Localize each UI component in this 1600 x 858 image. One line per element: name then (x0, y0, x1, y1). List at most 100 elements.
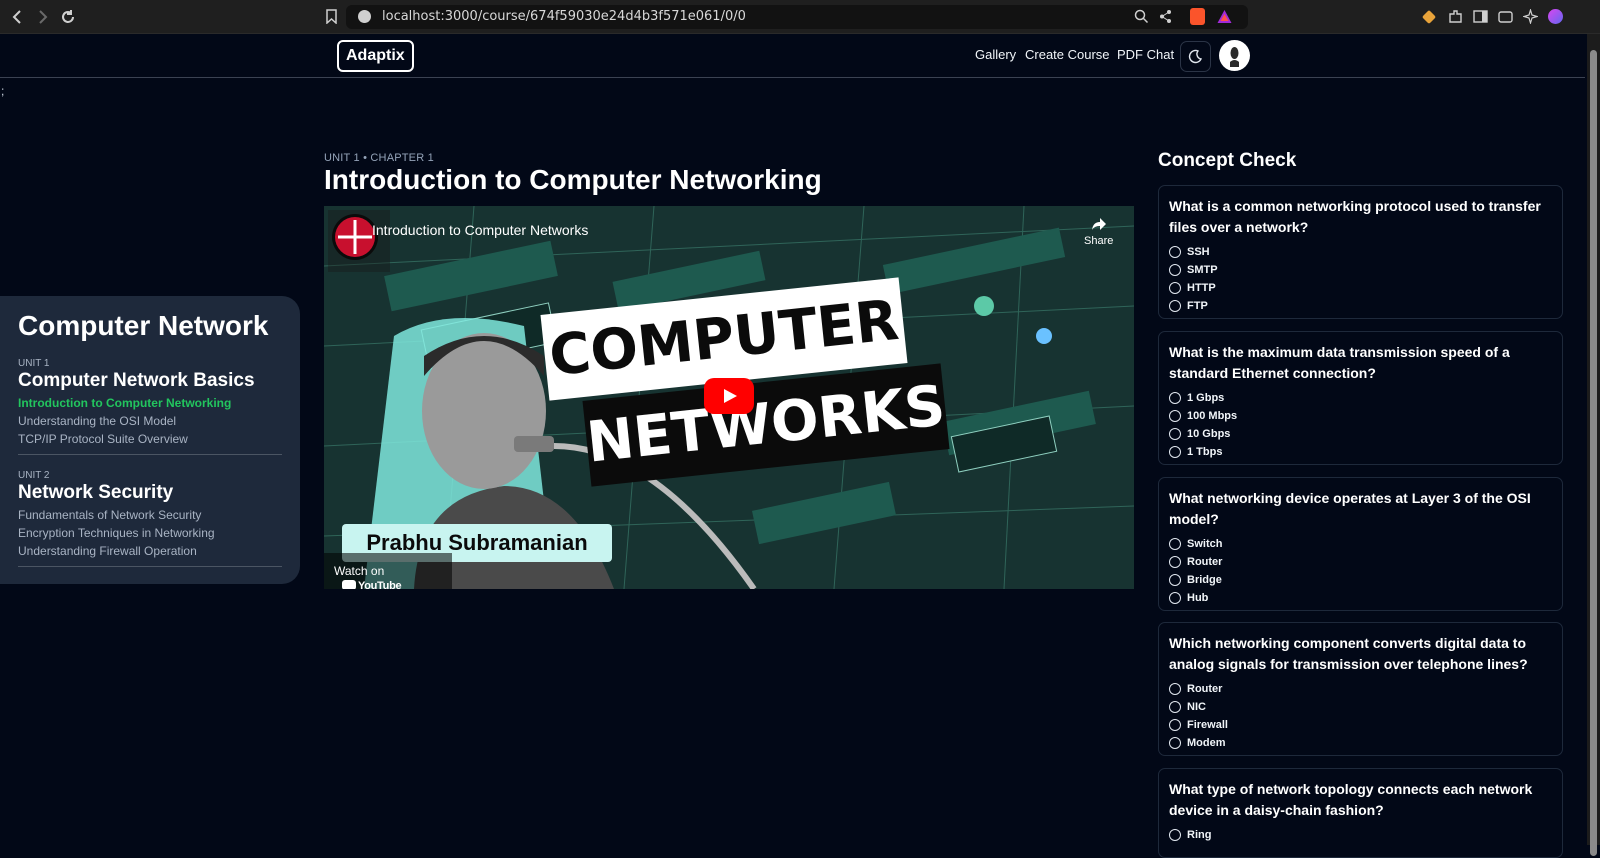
page-scrollbar[interactable] (1587, 34, 1600, 856)
bookmark-icon[interactable] (324, 9, 339, 25)
stray-text: ; (1, 84, 5, 98)
sidebar-toggle-icon[interactable] (1473, 9, 1488, 24)
answer-option[interactable]: Router (1169, 553, 1552, 571)
option-label: Switch (1187, 538, 1223, 550)
radio-button[interactable] (1169, 556, 1181, 568)
option-label: SMTP (1187, 264, 1218, 276)
answer-option[interactable]: Router (1169, 680, 1552, 698)
answer-option[interactable]: Modem (1169, 734, 1552, 752)
divider (18, 454, 282, 455)
answer-option[interactable]: HTTP (1169, 279, 1552, 297)
question-card: What networking device operates at Layer… (1158, 477, 1563, 611)
radio-button[interactable] (1169, 538, 1181, 550)
video-player[interactable]: Introduction to Computer Networks Share … (324, 206, 1134, 589)
avatar[interactable] (1219, 40, 1250, 71)
reload-button[interactable] (58, 7, 78, 27)
question-text: What is a common networking protocol use… (1169, 198, 1541, 235)
option-label: Firewall (1187, 719, 1228, 731)
answer-option[interactable]: 1 Gbps (1169, 389, 1552, 407)
nav-create-course[interactable]: Create Course (1025, 47, 1110, 62)
radio-button[interactable] (1169, 719, 1181, 731)
answer-option[interactable]: SSH (1169, 243, 1552, 261)
option-label: Hub (1187, 592, 1209, 604)
app-header: Adaptix Gallery Create Course PDF Chat (0, 34, 1585, 78)
answer-option[interactable]: SMTP (1169, 261, 1552, 279)
answer-option[interactable]: Bridge (1169, 571, 1552, 589)
radio-button[interactable] (1169, 392, 1181, 404)
share-label: Share (1084, 235, 1114, 247)
chapter-link[interactable]: Understanding Firewall Operation (18, 544, 197, 558)
radio-button[interactable] (1169, 683, 1181, 695)
play-button[interactable] (704, 378, 754, 414)
theme-toggle-button[interactable] (1180, 41, 1211, 72)
zoom-icon[interactable] (1134, 9, 1149, 29)
chevron-left-icon (12, 10, 21, 24)
answer-option[interactable]: 10 Gbps (1169, 425, 1552, 443)
answer-option[interactable]: Switch (1169, 535, 1552, 553)
chapter-link[interactable]: Understanding the OSI Model (18, 414, 176, 428)
option-label: 1 Tbps (1187, 446, 1223, 458)
logo[interactable]: Adaptix (337, 40, 414, 72)
answer-option[interactable]: 1 Tbps (1169, 443, 1552, 461)
radio-button[interactable] (1169, 737, 1181, 749)
share-icon[interactable] (1158, 9, 1173, 29)
radio-button[interactable] (1169, 428, 1181, 440)
address-bar[interactable]: localhost:3000/course/674f59030e24d4b3f5… (346, 5, 1248, 29)
radio-button[interactable] (1169, 282, 1181, 294)
answer-option[interactable]: Firewall (1169, 716, 1552, 734)
extensions-icon[interactable] (1448, 9, 1463, 24)
brave-rewards-icon[interactable] (1216, 8, 1233, 30)
option-label: Ring (1187, 829, 1212, 841)
radio-button[interactable] (1169, 264, 1181, 276)
watch-on-label: Watch on (334, 564, 385, 578)
option-label: HTTP (1187, 282, 1216, 294)
answer-option[interactable]: 100 Mbps (1169, 407, 1552, 425)
video-title[interactable]: Introduction to Computer Networks (372, 222, 588, 238)
nav-pdf-chat[interactable]: PDF Chat (1117, 47, 1174, 62)
site-info-icon[interactable] (358, 10, 371, 23)
radio-button[interactable] (1169, 246, 1181, 258)
reload-icon (62, 10, 74, 23)
option-label: Router (1187, 683, 1223, 695)
question-card: What is a common networking protocol use… (1158, 185, 1563, 319)
share-button[interactable]: Share (1084, 216, 1113, 247)
nav-gallery[interactable]: Gallery (975, 47, 1016, 62)
unit-label: UNIT 2 (18, 470, 50, 481)
chapter-link[interactable]: TCP/IP Protocol Suite Overview (18, 432, 188, 446)
radio-button[interactable] (1169, 829, 1181, 841)
chapter-link[interactable]: Fundamentals of Network Security (18, 508, 201, 522)
scrollbar-thumb[interactable] (1590, 50, 1597, 856)
divider (18, 566, 282, 567)
leo-ai-icon[interactable] (1521, 7, 1540, 26)
question-card: What is the maximum data transmission sp… (1158, 331, 1563, 465)
radio-button[interactable] (1169, 446, 1181, 458)
pen-icon[interactable] (1421, 9, 1437, 25)
option-label: Bridge (1187, 574, 1222, 586)
answer-option[interactable]: FTP (1169, 297, 1552, 315)
radio-button[interactable] (1169, 592, 1181, 604)
answer-option[interactable]: Ring (1169, 826, 1552, 844)
question-text: What type of network topology connects e… (1169, 781, 1533, 818)
radio-button[interactable] (1169, 701, 1181, 713)
forward-button[interactable] (32, 7, 52, 27)
radio-button[interactable] (1169, 300, 1181, 312)
chapter-link-active[interactable]: Introduction to Computer Networking (18, 396, 231, 410)
wallet-icon[interactable] (1498, 9, 1513, 24)
youtube-play-icon (342, 580, 356, 589)
question-text: Which networking component converts digi… (1169, 635, 1528, 672)
moon-icon (1188, 49, 1203, 64)
radio-button[interactable] (1169, 410, 1181, 422)
brave-shield-icon[interactable] (1190, 8, 1205, 25)
course-title: Computer Network (18, 310, 269, 341)
profile-icon[interactable] (1548, 9, 1563, 24)
answer-option[interactable]: Hub (1169, 589, 1552, 607)
option-label: NIC (1187, 701, 1206, 713)
option-label: SSH (1187, 246, 1210, 258)
answer-option[interactable]: NIC (1169, 698, 1552, 716)
back-button[interactable] (8, 7, 28, 27)
radio-button[interactable] (1169, 574, 1181, 586)
chapter-link[interactable]: Encryption Techniques in Networking (18, 526, 215, 540)
watch-on-youtube-button[interactable]: Watch on YouTube (324, 553, 452, 589)
page-title: Introduction to Computer Networking (324, 164, 822, 195)
youtube-wordmark: YouTube (358, 580, 402, 589)
